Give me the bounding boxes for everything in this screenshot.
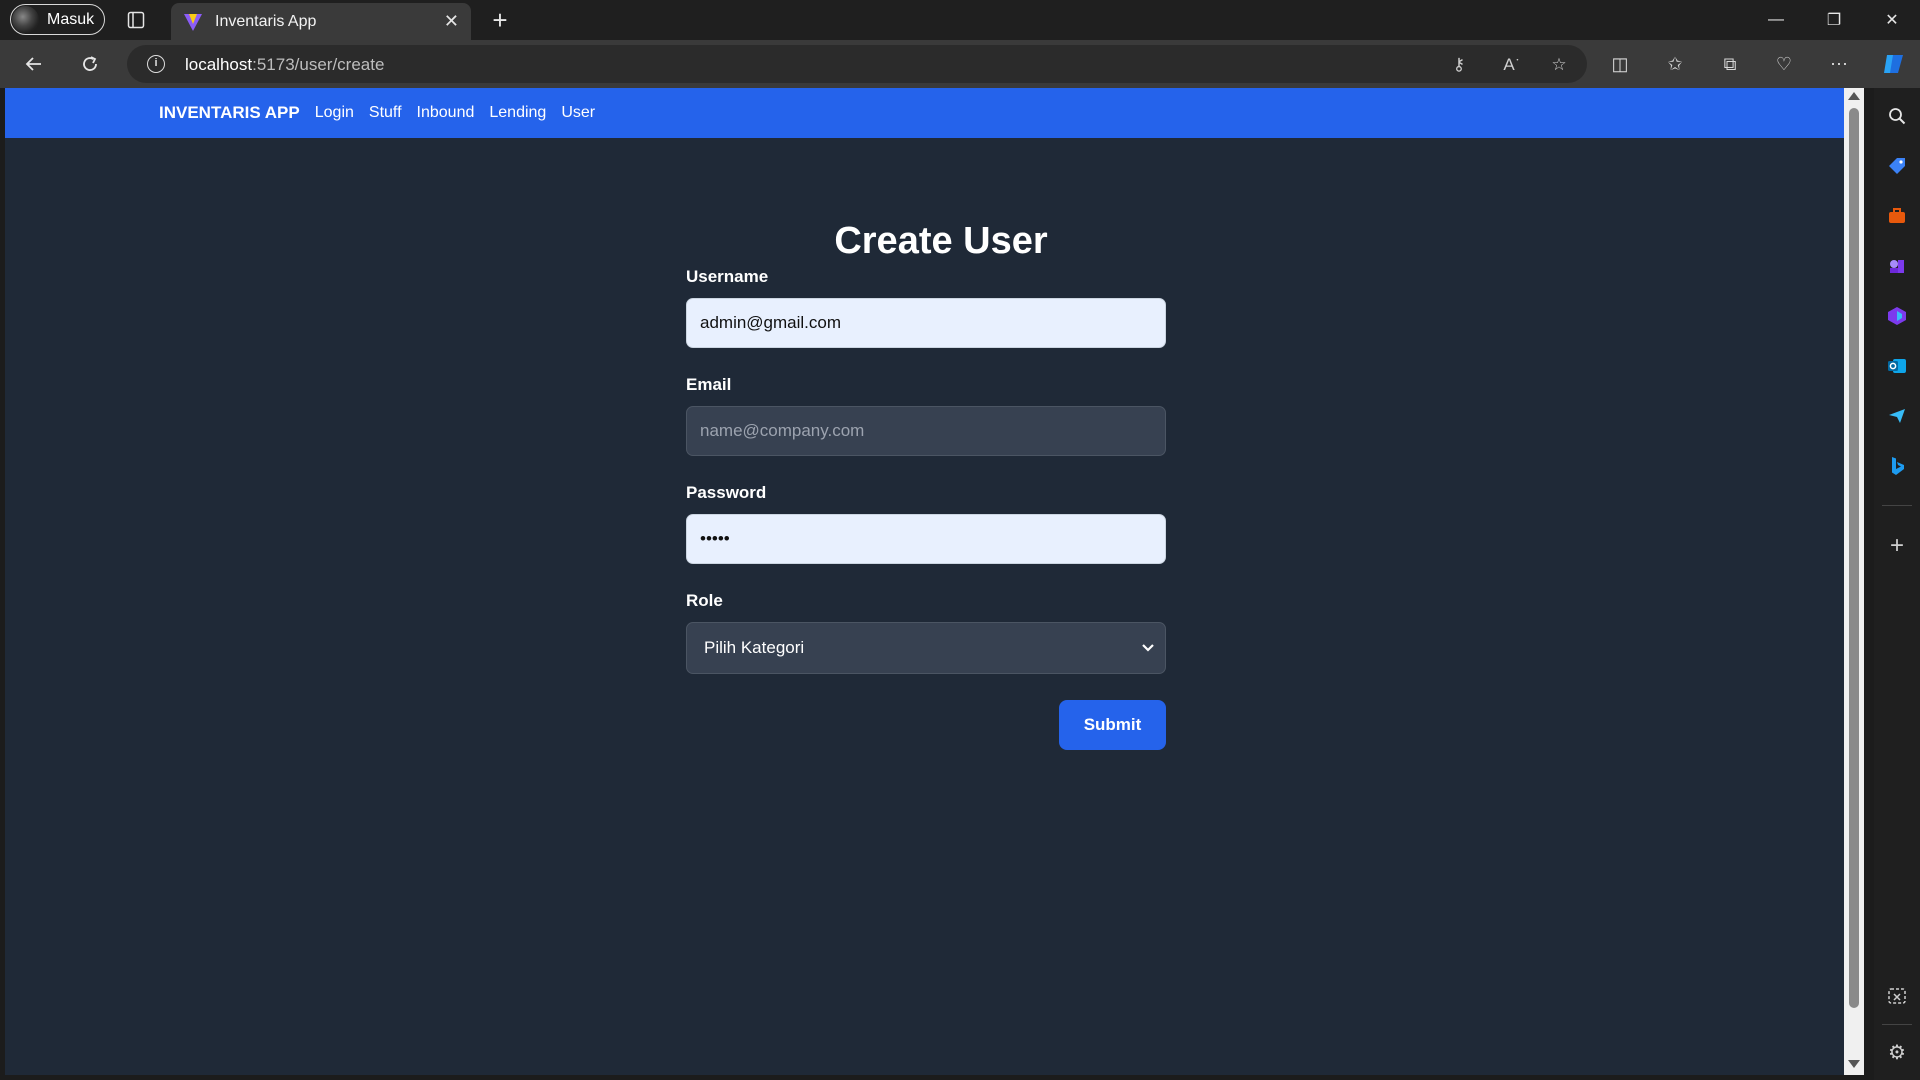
screenshot-icon[interactable]: [1885, 984, 1909, 1008]
settings-gear-icon[interactable]: ⚙: [1885, 1040, 1909, 1064]
username-input[interactable]: [686, 298, 1166, 348]
create-user-form: Create User Username Email Password Role…: [686, 216, 1166, 750]
password-label: Password: [686, 483, 767, 502]
sidebar-divider: [1882, 1024, 1912, 1025]
tab-strip: Masuk Inventaris App ✕ + — ❐ ✕: [0, 0, 1920, 40]
page-viewport: INVENTARIS APP Login Stuff Inbound Lendi…: [5, 88, 1844, 1075]
app-navbar: INVENTARIS APP Login Stuff Inbound Lendi…: [5, 88, 1844, 138]
nav-link-login[interactable]: Login: [315, 104, 354, 122]
vite-logo-icon: [184, 13, 202, 31]
reload-icon[interactable]: [74, 48, 106, 80]
password-group: Password: [686, 482, 1166, 564]
browser-essentials-icon[interactable]: ♡: [1768, 48, 1800, 80]
restore-icon[interactable]: ❐: [1806, 0, 1862, 40]
games-icon[interactable]: [1885, 254, 1909, 278]
bing-icon[interactable]: [1885, 454, 1909, 478]
role-label: Role: [686, 591, 723, 610]
nav-link-stuff[interactable]: Stuff: [369, 104, 402, 122]
collections-icon[interactable]: ⧉: [1714, 48, 1746, 80]
send-icon[interactable]: [1885, 404, 1909, 428]
url-text: localhost:5173/user/create: [185, 55, 385, 74]
page-title: Create User: [834, 220, 1048, 262]
avatar: [12, 6, 39, 33]
scroll-up-icon[interactable]: [1848, 92, 1860, 100]
chevron-down-icon: [1142, 644, 1154, 652]
shopping-tag-icon[interactable]: [1885, 154, 1909, 178]
scroll-down-icon[interactable]: [1848, 1060, 1860, 1068]
email-input[interactable]: [686, 406, 1166, 456]
tab-actions-icon[interactable]: [120, 4, 152, 36]
back-icon[interactable]: [18, 48, 50, 80]
add-icon[interactable]: +: [1885, 532, 1909, 559]
tools-icon[interactable]: [1885, 204, 1909, 228]
email-label: Email: [686, 375, 732, 394]
password-input[interactable]: [686, 514, 1166, 564]
more-menu-icon[interactable]: ⋯: [1823, 48, 1855, 80]
role-group: Role Pilih Kategori: [686, 590, 1166, 674]
app-brand[interactable]: INVENTARIS APP: [159, 103, 300, 123]
email-group: Email: [686, 374, 1166, 456]
submit-button[interactable]: Submit: [1059, 700, 1166, 750]
close-tab-icon[interactable]: ✕: [444, 11, 459, 32]
nav-link-inbound[interactable]: Inbound: [417, 104, 475, 122]
username-group: Username: [686, 266, 1166, 348]
split-screen-icon[interactable]: ◫: [1604, 48, 1636, 80]
scrollbar-thumb[interactable]: [1849, 108, 1859, 1008]
role-selected-value: Pilih Kategori: [704, 638, 805, 657]
outlook-icon[interactable]: [1885, 354, 1909, 378]
tab-inventaris-app[interactable]: Inventaris App ✕: [171, 3, 471, 40]
tab-title: Inventaris App: [215, 12, 317, 30]
sidebar-divider: [1882, 505, 1912, 506]
profile-button[interactable]: Masuk: [10, 4, 105, 35]
edge-sidebar: + ⚙: [1874, 88, 1920, 1080]
search-icon[interactable]: [1885, 104, 1909, 128]
page-scrollbar[interactable]: [1844, 88, 1864, 1075]
new-tab-icon[interactable]: +: [484, 4, 516, 36]
site-info-icon[interactable]: i: [147, 55, 165, 73]
role-select[interactable]: Pilih Kategori: [686, 622, 1166, 674]
minimize-icon[interactable]: —: [1748, 0, 1804, 40]
copilot-icon[interactable]: [1878, 48, 1910, 80]
office-icon[interactable]: [1885, 304, 1909, 328]
username-label: Username: [686, 267, 769, 286]
profile-name: Masuk: [47, 10, 95, 28]
favorite-star-icon[interactable]: ☆: [1547, 53, 1571, 77]
close-window-icon[interactable]: ✕: [1864, 0, 1920, 40]
favorites-icon[interactable]: ✩: [1659, 48, 1691, 80]
address-bar: i localhost:5173/user/create ⚷ A͘ ☆ ◫ ✩ …: [0, 40, 1920, 88]
read-aloud-icon[interactable]: A͘: [1497, 53, 1521, 77]
key-icon[interactable]: ⚷: [1447, 53, 1471, 77]
url-input[interactable]: i localhost:5173/user/create ⚷ A͘ ☆: [127, 45, 1587, 83]
nav-link-user[interactable]: User: [561, 104, 595, 122]
nav-link-lending[interactable]: Lending: [489, 104, 546, 122]
